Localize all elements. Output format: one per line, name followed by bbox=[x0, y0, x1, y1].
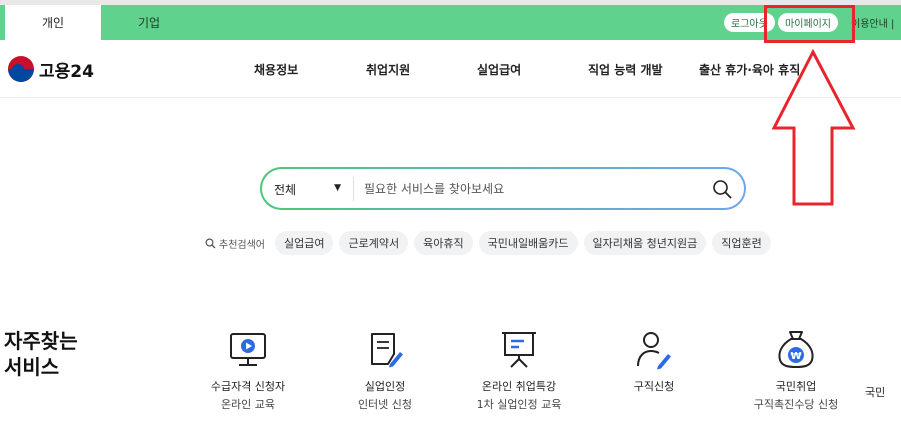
caret-down-icon: ▼ bbox=[334, 183, 342, 193]
service-label: 수급자격 신청자 bbox=[210, 380, 286, 393]
service-item-online-education[interactable]: 수급자격 신청자 온라인 교육 bbox=[183, 328, 313, 412]
search-category-value: 전체 bbox=[274, 183, 297, 197]
service-label: 국민 bbox=[865, 386, 886, 399]
logo-text: 고용24 bbox=[39, 61, 94, 82]
presentation-board-icon bbox=[502, 332, 536, 368]
emblem-icon bbox=[8, 56, 34, 82]
keyword-chip[interactable]: 일자리채움 청년지원금 bbox=[583, 231, 707, 255]
keyword-chip[interactable]: 육아휴직 bbox=[414, 231, 473, 255]
recommended-label-group: 추천검색어 bbox=[205, 236, 265, 251]
service-item-job-seeking-allowance[interactable]: ₩ 국민취업 구직촉진수당 신청 bbox=[731, 328, 861, 412]
keyword-chip[interactable]: 국민내일배움카드 bbox=[478, 231, 578, 255]
recommended-label: 추천검색어 bbox=[219, 239, 265, 251]
tab-personal[interactable]: 개인 bbox=[5, 5, 101, 40]
frequent-title-line1: 자주찾는 bbox=[4, 329, 78, 353]
search-icon[interactable] bbox=[712, 179, 732, 199]
nav-unemployment-benefit[interactable]: 실업급여 bbox=[477, 61, 521, 78]
search-divider bbox=[353, 177, 354, 201]
svg-text:₩: ₩ bbox=[790, 351, 801, 362]
monitor-play-icon bbox=[230, 333, 266, 366]
site-logo[interactable]: 고용24 bbox=[8, 56, 94, 82]
frequent-services-title: 자주찾는 서비스 bbox=[4, 328, 78, 380]
recommended-keywords: 추천검색어 실업급여 근로계약서 육아휴직 국민내일배움카드 일자리채움 청년지… bbox=[205, 231, 771, 255]
document-pen-icon bbox=[371, 333, 403, 368]
service-label: 국민취업 bbox=[775, 380, 817, 393]
money-bag-won-icon: ₩ bbox=[778, 331, 814, 369]
service-sublabel: 1차 실업인정 교육 bbox=[476, 398, 562, 411]
service-item-unemployment-recognition[interactable]: 실업인정 인터넷 신청 bbox=[320, 328, 450, 412]
search-input[interactable] bbox=[364, 177, 694, 201]
service-item-partial[interactable]: 국민 bbox=[865, 378, 901, 400]
service-item-online-lecture[interactable]: 온라인 취업특강 1차 실업인정 교육 bbox=[454, 328, 584, 412]
person-pen-icon bbox=[637, 332, 671, 370]
service-label: 구직신청 bbox=[633, 380, 675, 393]
service-item-job-application[interactable]: 구직신청 bbox=[589, 328, 719, 394]
service-sublabel: 구직촉진수당 신청 bbox=[753, 398, 839, 411]
site-header: 고용24 채용정보 취업지원 실업급여 직업 능력 개발 출산 휴가·육아 휴직 bbox=[0, 40, 901, 98]
search-category-select[interactable]: 전체 ▼ bbox=[274, 181, 354, 198]
highlight-box bbox=[764, 5, 855, 43]
nav-vocational-training[interactable]: 직업 능력 개발 bbox=[588, 61, 663, 78]
tab-company[interactable]: 기업 bbox=[101, 5, 197, 40]
up-arrow-annotation bbox=[772, 48, 856, 206]
service-sublabel: 온라인 교육 bbox=[220, 398, 276, 411]
nav-jobs[interactable]: 채용정보 bbox=[254, 61, 298, 78]
frequent-title-line2: 서비스 bbox=[4, 355, 60, 379]
service-label: 실업인정 bbox=[364, 380, 406, 393]
search-bar: 전체 ▼ bbox=[260, 167, 746, 210]
keyword-chip[interactable]: 근로계약서 bbox=[339, 231, 409, 255]
keyword-chip[interactable]: 직업훈련 bbox=[712, 231, 771, 255]
nav-employment-support[interactable]: 취업지원 bbox=[366, 61, 410, 78]
guide-link[interactable]: 이용안내 | bbox=[851, 13, 894, 32]
search-small-icon bbox=[205, 237, 216, 248]
keyword-chip[interactable]: 실업급여 bbox=[275, 231, 334, 255]
service-sublabel: 인터넷 신청 bbox=[357, 398, 413, 411]
service-label: 온라인 취업특강 bbox=[481, 380, 557, 393]
